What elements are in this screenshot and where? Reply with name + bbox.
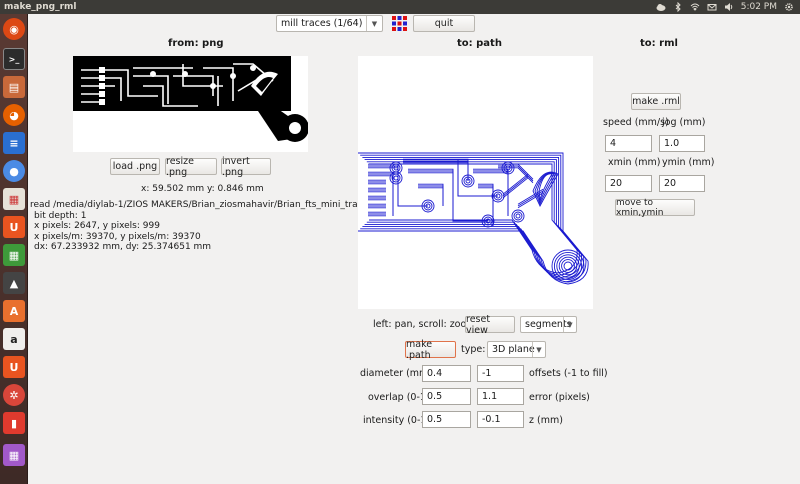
- ubuntu-one-icon[interactable]: U: [3, 216, 25, 238]
- type-select-value: 3D plane: [492, 344, 535, 355]
- png-header: from: png: [168, 38, 224, 49]
- error-input[interactable]: 1.1: [477, 388, 524, 405]
- move-to-xmin-ymin-button[interactable]: move to xmin,ymin: [615, 198, 695, 218]
- load-png-button[interactable]: load .png: [110, 158, 160, 175]
- resize-png-button[interactable]: resize .png: [165, 156, 217, 178]
- overlap-label: overlap (0-1): [368, 392, 430, 403]
- ubuntu-one-icon[interactable]: U: [3, 356, 25, 378]
- rml-header: to: rml: [640, 38, 678, 49]
- launcher: ◉ >_ ▤ ◕ ≡ ● ▦ U ▦ ▲ A a U ✲ ▮ ▦: [0, 14, 28, 484]
- mail-icon[interactable]: [707, 2, 717, 12]
- png-info: read /media/diylab-1/ZIOS MAKERS/Brian_z…: [30, 200, 393, 253]
- writer-icon[interactable]: ≡: [3, 132, 25, 154]
- offsets-label: offsets (-1 to fill): [529, 368, 608, 379]
- xmin-input[interactable]: 20: [605, 175, 652, 192]
- error-label: error (pixels): [529, 392, 590, 403]
- amazon-icon[interactable]: a: [3, 328, 25, 350]
- grid-icon[interactable]: [392, 16, 407, 31]
- offsets-input[interactable]: -1: [477, 365, 524, 382]
- calc-icon[interactable]: ▦: [3, 244, 25, 266]
- toolpath-lines: [358, 152, 589, 285]
- gear-icon[interactable]: [784, 2, 794, 12]
- quit-button[interactable]: quit: [413, 15, 475, 32]
- chevron-down-icon: ▼: [366, 16, 382, 31]
- inkscape-icon[interactable]: ▲: [3, 272, 25, 294]
- ymin-input[interactable]: 20: [659, 175, 705, 192]
- jog-input[interactable]: 1.0: [659, 135, 705, 152]
- mode-select-value: mill traces (1/64): [281, 18, 363, 29]
- invert-png-button[interactable]: invert .png: [221, 156, 271, 178]
- chrome-icon[interactable]: ●: [3, 160, 25, 182]
- view-select[interactable]: segments ▼: [520, 316, 577, 333]
- app-window: mill traces (1/64) ▼ quit from: png to: …: [28, 14, 800, 484]
- intensity-label: intensity (0-1): [363, 415, 431, 426]
- reset-view-button[interactable]: reset view: [465, 314, 515, 336]
- jog-label: jog (mm): [662, 117, 706, 128]
- app-icon[interactable]: ▮: [3, 412, 25, 434]
- make-rml-button[interactable]: make .rml: [631, 93, 681, 110]
- workspaces-icon[interactable]: ▦: [3, 444, 25, 466]
- pan-zoom-hint: left: pan, scroll: zoom: [373, 319, 476, 330]
- xmin-label: xmin (mm): [608, 157, 661, 168]
- network-icon[interactable]: [690, 2, 700, 12]
- type-select[interactable]: 3D plane ▼: [487, 341, 546, 358]
- size-text: x: 59.502 mm y: 0.846 mm: [141, 184, 264, 194]
- speed-label: speed (mm/s): [603, 117, 669, 128]
- mode-select[interactable]: mill traces (1/64) ▼: [276, 15, 383, 32]
- top-panel: make_png_rml 5:02 PM: [0, 0, 800, 14]
- volume-icon[interactable]: [724, 2, 734, 12]
- path-header: to: path: [457, 38, 502, 49]
- chevron-down-icon: ▼: [532, 342, 545, 357]
- make-path-button[interactable]: make .path: [405, 339, 456, 361]
- chevron-down-icon: ▼: [563, 317, 576, 332]
- document-icon[interactable]: ▦: [3, 188, 25, 210]
- software-center-icon[interactable]: A: [3, 300, 25, 322]
- z-label: z (mm): [529, 415, 563, 426]
- info-line-bit-depth: bit depth: 1: [34, 210, 87, 221]
- type-label: type:: [461, 344, 486, 355]
- cloud-icon[interactable]: [656, 2, 666, 12]
- system-tray: 5:02 PM: [656, 0, 794, 14]
- png-preview[interactable]: [73, 56, 309, 152]
- files-icon[interactable]: ▤: [3, 76, 25, 98]
- firefox-icon[interactable]: ◕: [3, 104, 25, 126]
- overlap-input[interactable]: 0.5: [422, 388, 471, 405]
- info-line-pixels-per-m: x pixels/m: 39370, y pixels/m: 39370: [34, 231, 201, 242]
- window-title: make_png_rml: [4, 2, 77, 12]
- info-line-dimensions: dx: 67.233932 mm, dy: 25.374651 mm: [34, 242, 212, 252]
- ymin-label: ymin (mm): [662, 157, 715, 168]
- intensity-input[interactable]: 0.5: [422, 411, 471, 428]
- speed-input[interactable]: 4: [605, 135, 652, 152]
- bluetooth-icon[interactable]: [673, 2, 683, 12]
- diameter-input[interactable]: 0.4: [422, 365, 471, 382]
- ubuntu-logo-icon[interactable]: ◉: [3, 18, 25, 40]
- info-line-pixels: x pixels: 2647, y pixels: 999: [34, 221, 160, 231]
- clock[interactable]: 5:02 PM: [741, 2, 777, 12]
- terminal-icon[interactable]: >_: [3, 48, 25, 70]
- settings-icon[interactable]: ✲: [3, 384, 25, 406]
- path-preview[interactable]: [358, 56, 593, 309]
- info-line-path: read /media/diylab-1/ZIOS MAKERS/Brian_z…: [30, 200, 393, 210]
- z-input[interactable]: -0.1: [477, 411, 524, 428]
